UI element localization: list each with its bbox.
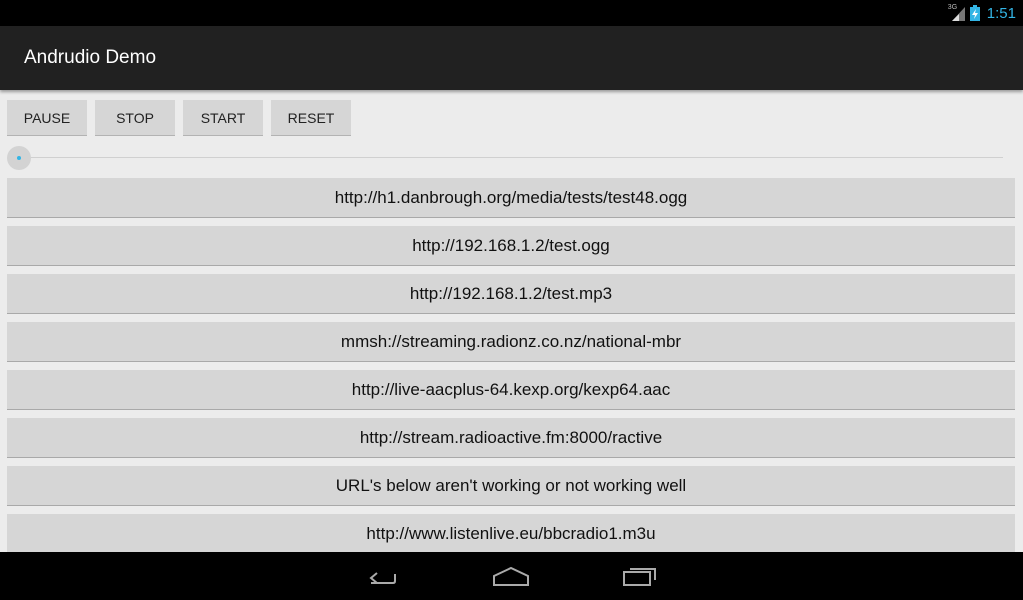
reset-button[interactable]: RESET [271,100,351,136]
pause-button[interactable]: PAUSE [7,100,87,136]
back-button[interactable] [359,560,407,592]
status-icons: 3G 1:51 [948,0,1016,26]
url-list: http://h1.danbrough.org/media/tests/test… [7,178,1015,552]
url-button[interactable]: http://h1.danbrough.org/media/tests/test… [7,178,1015,218]
stop-button[interactable]: STOP [95,100,175,136]
recents-button[interactable] [616,560,664,592]
url-button[interactable]: http://192.168.1.2/test.mp3 [7,274,1015,314]
home-button[interactable] [487,560,535,592]
app-title: Andrudio Demo [24,47,157,68]
main-content: PAUSE STOP START RESET http://h1.danbrou… [0,90,1023,552]
url-button[interactable]: mmsh://streaming.radionz.co.nz/national-… [7,322,1015,362]
seek-thumb-dot [17,156,21,160]
url-button[interactable]: http://192.168.1.2/test.ogg [7,226,1015,266]
battery-charging-icon [969,5,980,21]
navigation-bar [0,552,1023,600]
signal-3g-icon: 3G [948,4,966,22]
status-time: 1:51 [986,4,1016,22]
home-icon [493,566,529,586]
playback-controls: PAUSE STOP START RESET [7,100,351,136]
back-icon [369,572,396,584]
url-button[interactable]: URL's below aren't working or not workin… [7,466,1015,506]
status-bar: 3G 1:51 [0,0,1023,26]
url-button[interactable]: http://www.listenlive.eu/bbcradio1.m3u [7,514,1015,552]
url-button[interactable]: http://live-aacplus-64.kexp.org/kexp64.a… [7,370,1015,410]
network-type-label: 3G [947,4,958,11]
seek-bar[interactable] [7,146,1003,170]
recents-icon [623,568,656,586]
seek-thumb[interactable] [7,146,31,170]
seek-track [19,157,1003,158]
url-button[interactable]: http://stream.radioactive.fm:8000/ractiv… [7,418,1015,458]
start-button[interactable]: START [183,100,263,136]
action-bar: Andrudio Demo [0,26,1023,90]
